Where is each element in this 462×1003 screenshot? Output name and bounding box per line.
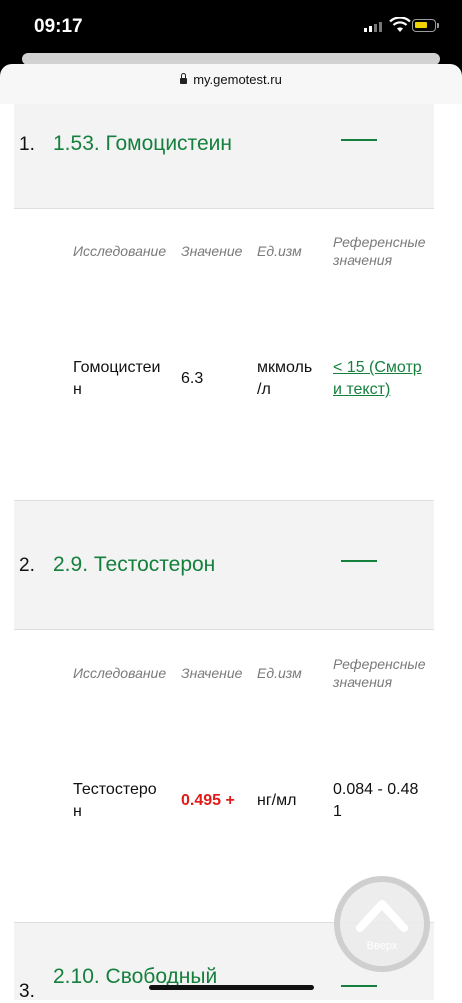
reference-link[interactable]: < 15 (Смотр и текст) <box>333 357 422 401</box>
status-bar: 09:17 <box>0 0 462 54</box>
col-header-test: Исследование <box>73 665 167 681</box>
result-unit: мкмоль /л <box>257 357 312 401</box>
col-header-value: Значение <box>181 243 243 259</box>
section-title[interactable]: 1.53. Гомоцистеин <box>53 132 232 156</box>
col-header-ref: Референсные значения <box>333 655 426 691</box>
result-name-line2: н <box>73 381 82 398</box>
section-title[interactable]: 2.9. Тестостерон <box>53 553 215 577</box>
result-unit-line1: мкмоль <box>257 359 313 376</box>
col-header-value: Значение <box>181 665 243 681</box>
battery-icon <box>412 19 436 32</box>
section-header[interactable]: 1. 1.53. Гомоцистеин <box>14 104 434 209</box>
section-number: 2. <box>19 555 35 576</box>
reference-range-line1: 0.084 - 0.48 <box>333 781 419 798</box>
address-bar[interactable]: my.gemotest.ru <box>0 72 462 87</box>
col-header-ref-line1: Референсные <box>333 656 426 672</box>
section-header[interactable]: 2. 2.9. Тестостерон <box>14 501 434 630</box>
reference-link-line1: < 15 (Смотр <box>333 359 422 376</box>
collapse-dash-icon[interactable] <box>341 985 377 987</box>
result-name-line1: Тестостеро <box>73 781 157 798</box>
reference-range-line2: 1 <box>333 803 342 820</box>
home-indicator[interactable] <box>149 985 314 990</box>
reference-link-line2: и текст) <box>333 381 391 398</box>
scroll-up-button[interactable]: Вверх <box>334 876 430 972</box>
col-header-ref-line2: значения <box>333 252 393 268</box>
result-value-flagged: 0.495 + <box>181 792 235 809</box>
col-header-ref: Референсные значения <box>333 233 426 269</box>
url-text: my.gemotest.ru <box>193 72 282 87</box>
scroll-up-label: Вверх <box>366 940 398 952</box>
result-name: Тестостеро н <box>73 779 157 823</box>
result-unit-line2: /л <box>257 381 271 398</box>
result-name-line1: Гомоцистеи <box>73 359 161 376</box>
collapse-dash-icon[interactable] <box>341 560 377 562</box>
clock: 09:17 <box>34 16 83 37</box>
result-unit: нг/мл <box>257 792 297 809</box>
col-header-ref-line2: значения <box>333 674 393 690</box>
col-header-unit: Ед.изм <box>257 665 302 681</box>
result-value: 6.3 <box>181 370 204 387</box>
reference-range: 0.084 - 0.48 1 <box>333 779 418 823</box>
result-name-line2: н <box>73 803 82 820</box>
result-name: Гомоцистеи н <box>73 357 160 401</box>
col-header-ref-line1: Референсные <box>333 234 426 250</box>
col-header-test: Исследование <box>73 243 167 259</box>
chevron-up-icon <box>356 900 408 932</box>
section-number: 1. <box>19 134 35 155</box>
lock-icon <box>180 73 188 84</box>
wifi-icon <box>389 17 411 32</box>
signal-icon <box>364 22 382 32</box>
collapse-dash-icon[interactable] <box>341 139 377 141</box>
battery-tip <box>437 23 439 28</box>
col-header-unit: Ед.изм <box>257 243 302 259</box>
